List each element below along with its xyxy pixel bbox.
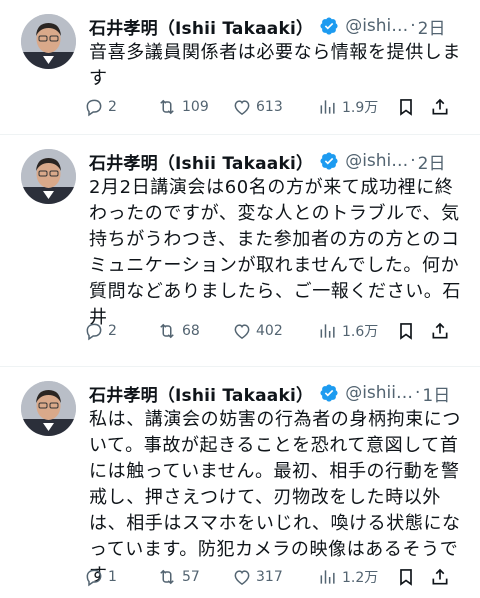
views-button[interactable]: 1.2万 [318,567,396,587]
reply-button[interactable]: 2 [84,97,156,117]
bookmark-icon [400,569,412,586]
timeline-feed: 石井孝明（Ishii Takaaki） @ishi… · 2日 音喜多議員関係者… [0,0,480,598]
like-button[interactable]: 317 [232,567,318,587]
views-count: 1.6万 [342,324,379,340]
avatar[interactable] [21,149,76,204]
tweet-text: 私は、講演会の妨害の行為者の身柄拘束について。事故が起きることを恐れて意図して首… [89,409,461,586]
tweet-card[interactable]: 石井孝明（Ishii Takaaki） @ishi… · 2日 音喜多議員関係者… [0,0,480,135]
views-button[interactable]: 1.9万 [318,97,396,117]
author-name[interactable]: 石井孝明（Ishii Takaaki） [89,381,313,406]
tweet-text: 2月2日講演会は60名の方が来て成功裡に終わったのですが、変な人とのトラブルで、… [89,177,461,328]
bookmark-button[interactable] [396,567,430,587]
verified-badge-icon [319,383,339,403]
tweet-actions: 2 109 613 1.9万 [84,95,464,119]
tweet-text: 音喜多議員関係者は必要なら情報を提供します [89,42,461,89]
retweet-count: 57 [182,569,200,585]
reply-count: 1 [108,569,117,585]
retweet-button[interactable]: 57 [156,567,232,587]
reply-icon [86,99,102,117]
tweet-header: 石井孝明（Ishii Takaaki） @ishi… · 2日 [89,14,464,38]
share-button[interactable] [430,97,454,117]
tweet-timestamp[interactable]: 2日 [418,14,446,39]
like-button[interactable]: 613 [232,97,318,117]
views-icon [320,324,335,338]
like-count: 317 [256,569,283,585]
tweet-header: 石井孝明（Ishii Takaaki） @ishi… · 2日 [89,149,464,173]
like-icon [234,570,250,585]
tweet-actions: 2 68 402 1.6万 [84,319,464,343]
retweet-button[interactable]: 68 [156,321,232,341]
share-icon [432,98,448,115]
retweet-button[interactable]: 109 [156,97,232,117]
like-count: 613 [256,99,283,115]
bookmark-button[interactable] [396,321,430,341]
like-icon [234,324,250,339]
bookmark-icon [400,323,412,340]
views-icon [320,100,335,114]
tweet-timestamp[interactable]: 1日 [422,381,450,406]
retweet-count: 109 [182,99,209,115]
share-icon [432,322,448,339]
retweet-icon [160,569,174,585]
avatar[interactable] [21,14,76,69]
separator-dot: · [415,383,421,403]
reply-button[interactable]: 1 [84,567,156,587]
tweet-timestamp[interactable]: 2日 [418,149,446,174]
reply-icon [86,569,102,587]
author-name[interactable]: 石井孝明（Ishii Takaaki） [89,149,313,174]
like-icon [234,100,250,115]
views-icon [320,570,335,584]
share-button[interactable] [430,321,454,341]
views-count: 1.9万 [342,100,379,116]
like-button[interactable]: 402 [232,321,318,341]
author-handle[interactable]: @ishi… [345,151,408,171]
like-count: 402 [256,323,283,339]
bookmark-button[interactable] [396,97,430,117]
tweet-card[interactable]: 石井孝明（Ishii Takaaki） @ishii… · 1日 私は、講演会の… [0,367,480,598]
share-icon [432,568,448,585]
tweet-header: 石井孝明（Ishii Takaaki） @ishii… · 1日 [89,381,464,405]
retweet-count: 68 [182,323,200,339]
verified-badge-icon [319,16,339,36]
bookmark-icon [400,99,412,116]
views-count: 1.2万 [342,570,379,586]
reply-count: 2 [108,99,117,115]
reply-count: 2 [108,323,117,339]
author-handle[interactable]: @ishii… [345,383,413,403]
avatar[interactable] [21,381,76,436]
retweet-icon [160,99,174,115]
tweet-card[interactable]: 石井孝明（Ishii Takaaki） @ishi… · 2日 2月2日講演会は… [0,135,480,367]
tweet-actions: 1 57 317 1.2万 [84,565,464,589]
separator-dot: · [410,16,416,36]
reply-button[interactable]: 2 [84,321,156,341]
retweet-icon [160,323,174,339]
separator-dot: · [410,151,416,171]
reply-icon [86,323,102,341]
verified-badge-icon [319,151,339,171]
share-button[interactable] [430,567,454,587]
views-button[interactable]: 1.6万 [318,321,396,341]
author-handle[interactable]: @ishi… [345,16,408,36]
author-name[interactable]: 石井孝明（Ishii Takaaki） [89,14,313,39]
